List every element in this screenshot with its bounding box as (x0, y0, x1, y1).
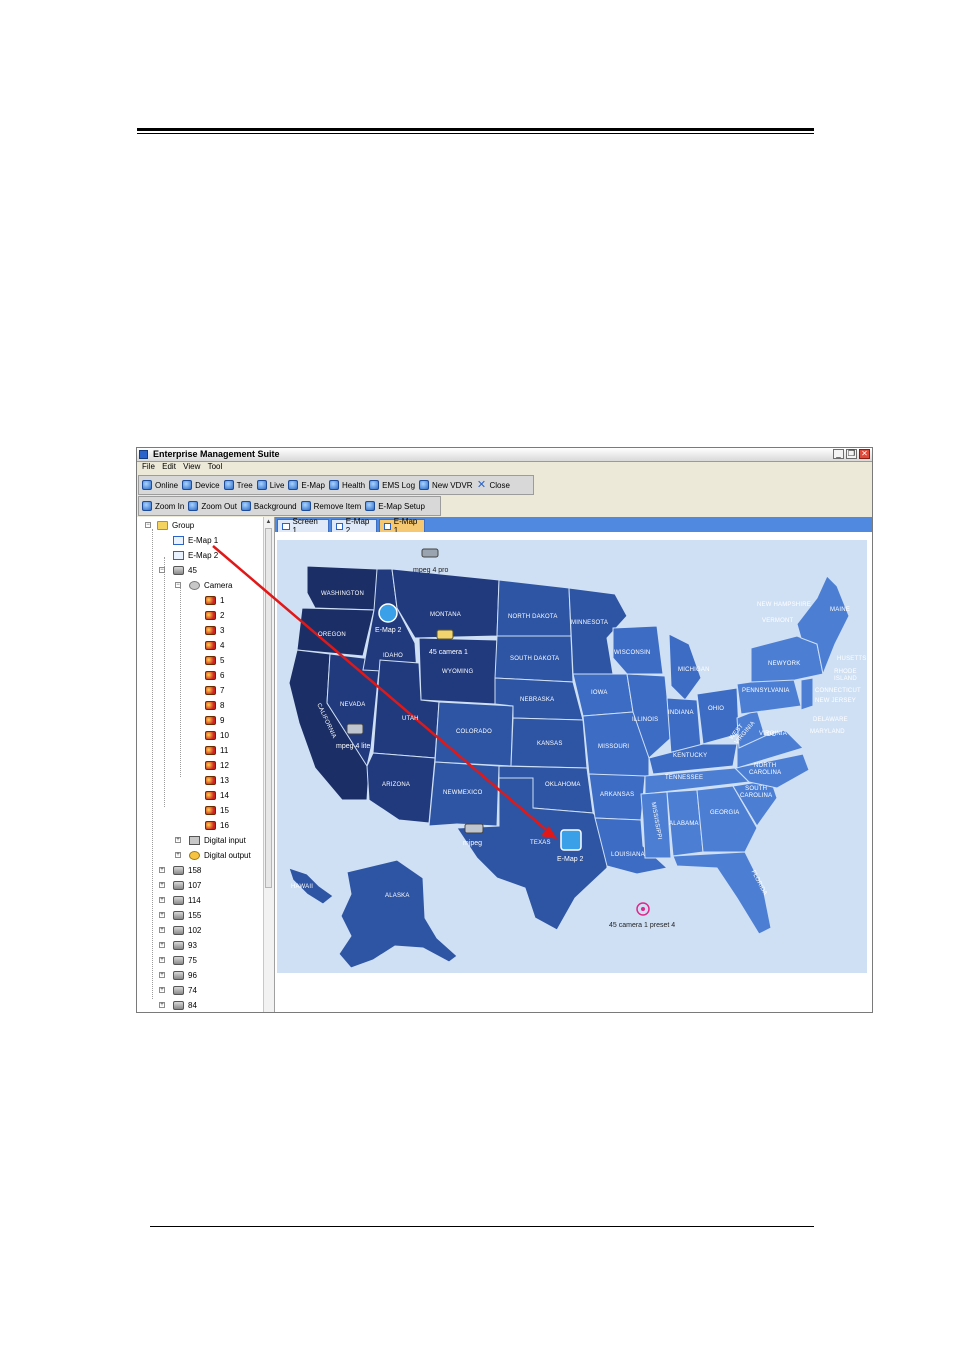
label-dc: DC (767, 732, 777, 738)
label-hawaii: HAWAII (291, 884, 314, 890)
label-pennsylvania: PENNSYLVANIA (742, 688, 790, 694)
footer-rule (150, 1226, 814, 1227)
emap-link-icon (560, 829, 582, 851)
label-texas: TEXAS (530, 840, 551, 846)
label-missouri: MISSOURI (598, 744, 630, 750)
app-window: Enterprise Management Suite _ ❐ ✕ File E… (136, 447, 873, 1013)
label-michigan: MICHIGAN (678, 667, 710, 673)
header-rule-thin (137, 133, 814, 134)
label-wisconsin: WISCONSIN (614, 650, 651, 656)
label-montana: MONTANA (430, 612, 461, 618)
label-massachusetts: HUSETTS (837, 656, 867, 662)
label-ohio: OHIO (708, 706, 725, 712)
emap-link-label[interactable]: E-Map 2 (557, 856, 583, 863)
label-alaska: ALASKA (385, 893, 410, 899)
dvr-device-icon (464, 823, 484, 834)
label-colorado: COLORADO (456, 729, 492, 735)
state-pennsylvania (736, 675, 802, 715)
label-indiana: INDIANA (668, 710, 694, 716)
label-south-carolina: SOUTH CAROLINA (740, 786, 773, 799)
label-wyoming: WYOMING (442, 669, 474, 675)
label-idaho: IDAHO (383, 653, 404, 659)
state-north-dakota (496, 579, 572, 637)
state-newyork (750, 635, 824, 683)
label-north-carolina: NORTH CAROLINA (749, 763, 782, 776)
state-montana (391, 568, 500, 639)
label-new-hampshire: NEW HAMPSHIRE (757, 602, 811, 608)
label-newyork: NEWYORK (768, 661, 801, 667)
preset-target-dot (641, 907, 645, 911)
state-florida (672, 851, 772, 935)
label-north-dakota: NORTH DAKOTA (508, 614, 558, 620)
label-alabama: ALABAMA (669, 821, 699, 827)
label-delaware: DELAWARE (813, 717, 848, 723)
label-oregon: OREGON (318, 632, 346, 638)
label-nevada: NEVADA (340, 702, 366, 708)
dvr-device-icon (421, 548, 439, 558)
state-new-jersey (800, 677, 814, 711)
label-newmexico: NEWMEXICO (443, 790, 483, 796)
label-arizona: ARIZONA (382, 782, 411, 788)
preset-label[interactable]: 45 camera 1 preset 4 (609, 922, 675, 929)
state-alaska (338, 859, 458, 969)
device-label-45-camera-1[interactable]: 45 camera 1 (429, 649, 468, 656)
emap-link-icon (378, 603, 398, 623)
label-georgia: GEORGIA (710, 810, 740, 816)
label-utah: UTAH (402, 716, 419, 722)
label-maryland: MARYLAND (810, 729, 845, 735)
label-vermont: VERMONT (762, 618, 794, 624)
label-arkansas: ARKANSAS (600, 792, 635, 798)
label-louisiana: LOUISIANA (611, 852, 645, 858)
emap-link-label[interactable]: E-Map 2 (375, 627, 401, 634)
device-label-mpeg4-lite[interactable]: mpeg 4 lite (336, 743, 370, 750)
device-label-mjpeg[interactable]: mjpeg (463, 840, 482, 847)
label-south-dakota: SOUTH DAKOTA (510, 656, 560, 662)
header-rule-thick (137, 128, 814, 131)
label-nebraska: NEBRASKA (520, 697, 555, 703)
label-kansas: KANSAS (537, 741, 563, 747)
label-tennessee: TENNESSEE (665, 775, 704, 781)
dvr-device-icon (346, 723, 364, 735)
label-new-jersey: NEW JERSEY (815, 698, 857, 704)
device-label-mpeg4-pro[interactable]: mpeg 4 pro (413, 567, 448, 574)
camera-device-icon (436, 629, 454, 640)
state-washington (306, 565, 378, 611)
label-iowa: IOWA (591, 690, 608, 696)
label-illinois: ILLINOIS (632, 717, 659, 723)
label-maine: MAINE (830, 607, 851, 613)
label-minnesota: MINNESOTA (571, 620, 609, 626)
label-connecticut: CONNECTICUT (815, 688, 861, 694)
label-washington: WASHINGTON (321, 591, 365, 597)
state-arizona (366, 752, 436, 824)
label-kentucky: KENTUCKY (673, 753, 708, 759)
label-rhode-island: RHODE ISLAND (834, 669, 857, 682)
label-oklahoma: OKLAHOMA (545, 782, 581, 788)
